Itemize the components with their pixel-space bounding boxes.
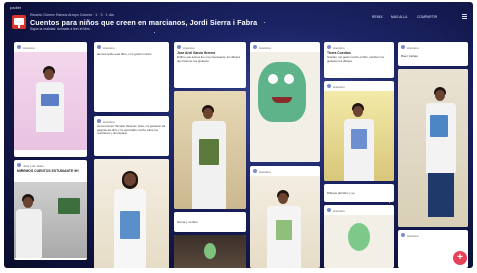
card-header: Anonimo bbox=[97, 45, 166, 50]
post-author: Anonimo bbox=[183, 45, 195, 50]
post-card[interactable]: Anonimo bbox=[250, 166, 320, 268]
card-header: Jose Luis Velez bbox=[17, 163, 84, 168]
post-author: Anonimo bbox=[259, 45, 271, 50]
post-card[interactable] bbox=[94, 159, 169, 268]
post-card[interactable]: Jose Luis Velez MIREMOS CUENTOS ESTUDIAN… bbox=[14, 160, 87, 260]
hamburger-icon[interactable] bbox=[462, 14, 468, 20]
drawing-monster bbox=[258, 62, 306, 122]
card-header: Anonimo bbox=[327, 208, 391, 213]
avatar bbox=[401, 45, 405, 49]
post-caption: Buen trabajo bbox=[401, 54, 419, 58]
post-author: Anonimo bbox=[333, 84, 345, 89]
post-card[interactable] bbox=[398, 69, 468, 227]
avatar bbox=[97, 119, 101, 123]
post-card[interactable]: Anonimo bbox=[324, 81, 394, 181]
post-photo[interactable] bbox=[250, 176, 320, 268]
post-card[interactable]: Anonimo bbox=[250, 42, 320, 162]
avatar bbox=[97, 45, 101, 49]
post-photo[interactable] bbox=[14, 52, 87, 150]
avatar bbox=[327, 84, 331, 88]
post-photo[interactable] bbox=[324, 215, 394, 268]
avatar bbox=[17, 45, 21, 49]
post-author: Anonimo bbox=[23, 45, 35, 50]
avatar bbox=[327, 45, 331, 49]
post-caption: Gema y su libro bbox=[177, 220, 199, 224]
board-description: Sigue la realidad. Animate a leer el lib… bbox=[30, 27, 90, 31]
author-line: Ricardo Gómez Ramos Arroyo Colores · 1 ·… bbox=[30, 13, 114, 17]
card-header: Anonimo bbox=[401, 45, 465, 50]
padlet-board: padlet Ricardo Gómez Ramos Arroyo Colore… bbox=[4, 2, 473, 268]
post-author: Anonimo bbox=[103, 119, 115, 124]
avatar bbox=[401, 233, 405, 237]
post-photo[interactable] bbox=[250, 52, 320, 162]
card-actions[interactable] bbox=[17, 152, 37, 155]
board-title: Cuentos para niños que creen en marciano… bbox=[30, 18, 258, 27]
avatar bbox=[253, 169, 257, 173]
post-card[interactable]: Anonimo bbox=[324, 205, 394, 268]
post-photo[interactable] bbox=[174, 91, 246, 209]
post-photo[interactable] bbox=[94, 159, 169, 268]
post-title: MIREMOS CUENTOS ESTUDIANTE 9H bbox=[17, 169, 79, 173]
share-button[interactable]: COMPARTIR bbox=[417, 15, 437, 19]
post-card[interactable]: Anonimo bbox=[14, 42, 87, 157]
post-author: Anonimo bbox=[259, 169, 271, 174]
post-card[interactable]: Anonimo Gema Gómez Tamaño Vazquez. Hola,… bbox=[94, 116, 169, 156]
post-photo[interactable] bbox=[14, 182, 87, 258]
post-body: El libro que leímos fue muy interesante,… bbox=[177, 55, 241, 63]
post-author: Anonimo bbox=[333, 208, 345, 213]
post-photo[interactable] bbox=[398, 69, 468, 227]
card-header: Anonimo bbox=[17, 45, 84, 50]
post-body: Hemos leído este libro, nos gustó mucho bbox=[97, 52, 152, 56]
avatar bbox=[17, 163, 21, 167]
post-body: Gema Gómez Tamaño Vazquez. Hola, me gust… bbox=[97, 124, 166, 136]
post-caption: Dibujos del libro y yo bbox=[327, 191, 355, 195]
post-card[interactable]: Dibujos del libro y yo bbox=[324, 184, 394, 202]
card-header: Anonimo bbox=[327, 45, 391, 50]
post-author: Anonimo bbox=[407, 233, 419, 238]
post-card[interactable]: Gema y su libro bbox=[174, 212, 246, 232]
avatar bbox=[177, 45, 181, 49]
remix-button[interactable]: REMIX bbox=[372, 15, 383, 19]
padlet-logo[interactable]: padlet bbox=[10, 5, 21, 10]
post-card[interactable]: Anonimo Tierra Cuentos Gracias, me gustó… bbox=[324, 42, 394, 78]
card-header: Anonimo bbox=[401, 233, 465, 238]
card-header: Anonimo bbox=[253, 169, 317, 174]
post-body: Gracias, me gustó mucho el libro, tambié… bbox=[327, 55, 385, 63]
post-card[interactable] bbox=[174, 91, 246, 209]
post-author: Anonimo bbox=[103, 45, 115, 50]
add-post-button[interactable]: + bbox=[453, 251, 467, 265]
post-card[interactable]: Anonimo Buen trabajo bbox=[398, 42, 468, 66]
post-card[interactable]: Anonimo Hemos leído este libro, nos gust… bbox=[94, 42, 169, 112]
card-header: Anonimo bbox=[327, 84, 391, 89]
post-author: Jose Luis Velez bbox=[23, 163, 44, 168]
card-actions[interactable] bbox=[97, 104, 117, 107]
post-author: Anonimo bbox=[333, 45, 345, 50]
avatar bbox=[253, 45, 257, 49]
board-icon bbox=[12, 15, 26, 29]
more-button[interactable]: MAS ALLA bbox=[391, 15, 407, 19]
post-card[interactable] bbox=[174, 235, 246, 268]
board-header: padlet Ricardo Gómez Ramos Arroyo Colore… bbox=[4, 2, 473, 40]
post-author: Anonimo bbox=[407, 45, 419, 50]
card-header: Anonimo bbox=[177, 45, 243, 50]
avatar bbox=[327, 208, 331, 212]
card-header: Anonimo bbox=[253, 45, 317, 50]
post-card[interactable]: Anonimo Jose Ariel García Herrera El lib… bbox=[174, 42, 246, 88]
post-photo[interactable] bbox=[174, 235, 246, 268]
post-photo[interactable] bbox=[324, 91, 394, 181]
